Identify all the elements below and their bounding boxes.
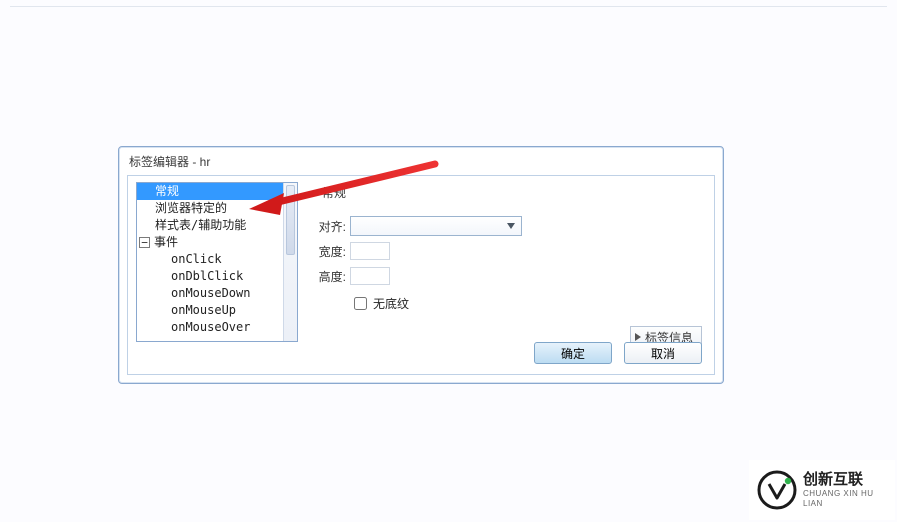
chevron-down-icon	[503, 218, 519, 234]
row-width: 宽度:	[308, 239, 706, 263]
tree-item[interactable]: onClick	[137, 251, 283, 268]
section-header: -常规	[308, 184, 346, 201]
tree-item-label: onMouseUp	[171, 302, 236, 319]
dialog-body: 常规浏览器特定的样式表/辅助功能−事件onClickonDblClickonMo…	[127, 175, 715, 375]
tree-item[interactable]: −事件	[137, 234, 283, 251]
align-label: 对齐:	[308, 218, 350, 235]
tree-item-label: 浏览器特定的	[155, 200, 227, 217]
dialog-title: 标签编辑器 - hr	[129, 153, 210, 170]
watermark-cn: 创新互联	[803, 471, 895, 490]
width-label: 宽度:	[308, 243, 350, 260]
category-tree[interactable]: 常规浏览器特定的样式表/辅助功能−事件onClickonDblClickonMo…	[137, 183, 283, 341]
noshade-label: 无底纹	[373, 295, 409, 312]
ok-button[interactable]: 确定	[534, 342, 612, 364]
top-divider	[10, 6, 887, 7]
tree-item[interactable]: 常规	[137, 183, 283, 200]
scrollbar-vertical[interactable]	[283, 183, 297, 341]
row-height: 高度:	[308, 264, 706, 288]
watermark-text: 创新互联 CHUANG XIN HU LIAN	[803, 471, 895, 510]
height-label: 高度:	[308, 268, 350, 285]
cancel-label: 取消	[651, 347, 675, 361]
section-name: 常规	[322, 186, 346, 200]
form-area: 对齐: 宽度: 高度: 无底纹	[308, 214, 706, 314]
align-combo[interactable]	[350, 216, 522, 236]
tree-item[interactable]: 浏览器特定的	[137, 200, 283, 217]
width-input[interactable]	[350, 242, 390, 260]
height-input[interactable]	[350, 267, 390, 285]
tree-item-label: onDblClick	[171, 268, 243, 285]
tag-editor-dialog: 标签编辑器 - hr 常规浏览器特定的样式表/辅助功能−事件onClickonD…	[118, 146, 724, 384]
properties-pane: -常规 对齐: 宽度: 高度:	[308, 182, 706, 366]
triangle-right-icon	[635, 333, 641, 341]
category-tree-panel: 常规浏览器特定的样式表/辅助功能−事件onClickonDblClickonMo…	[136, 182, 298, 342]
row-noshade: 无底纹	[308, 292, 706, 314]
noshade-checkbox[interactable]	[354, 297, 367, 310]
tree-item-label: 常规	[155, 183, 179, 200]
tree-item-label: 样式表/辅助功能	[155, 217, 246, 234]
tree-item[interactable]: onMouseDown	[137, 285, 283, 302]
watermark-en: CHUANG XIN HU LIAN	[803, 489, 895, 509]
scrollbar-thumb[interactable]	[286, 185, 295, 255]
tree-item[interactable]: 样式表/辅助功能	[137, 217, 283, 234]
cancel-button[interactable]: 取消	[624, 342, 702, 364]
dialog-buttons: 确定 取消	[534, 342, 702, 364]
tree-item[interactable]: onMouseOver	[137, 319, 283, 336]
dash-separator: -	[308, 186, 322, 200]
watermark-logo-icon	[757, 470, 797, 510]
tree-item[interactable]: onDblClick	[137, 268, 283, 285]
tree-item-label: onMouseOver	[171, 319, 250, 336]
watermark: 创新互联 CHUANG XIN HU LIAN	[749, 460, 895, 520]
tree-item-label: onClick	[171, 251, 222, 268]
tree-item-label: onMouseDown	[171, 285, 250, 302]
tree-item[interactable]: onMouseUp	[137, 302, 283, 319]
ok-label: 确定	[561, 347, 585, 361]
tree-item-label: 事件	[154, 234, 178, 251]
collapse-icon[interactable]: −	[139, 237, 150, 248]
row-align: 对齐:	[308, 214, 706, 238]
